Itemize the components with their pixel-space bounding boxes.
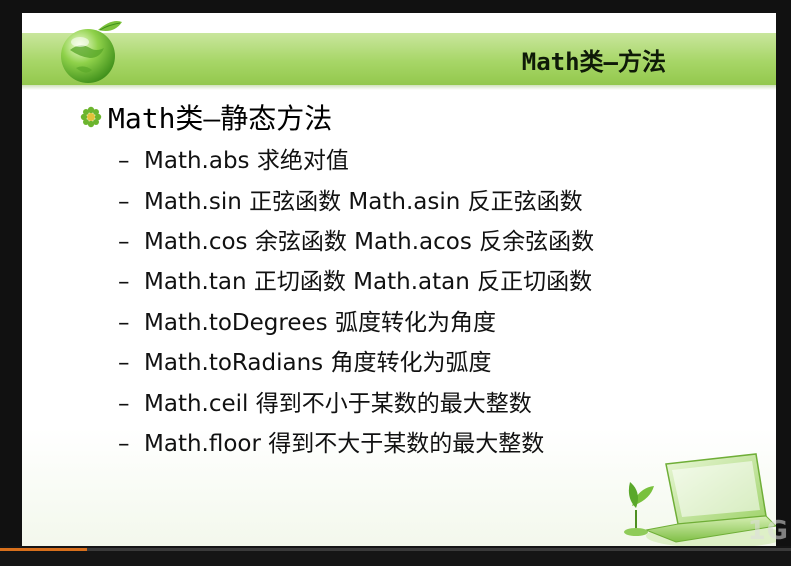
- list-item-text: Math.tan 正切函数 Math.atan 反正切函数: [144, 269, 593, 296]
- list-item: – Math.toDegrees 弧度转化为角度: [118, 303, 594, 343]
- list-item: – Math.abs 求绝对值: [118, 141, 594, 181]
- globe-leaf-icon: [61, 21, 122, 83]
- list-item-text: Math.sin 正弦函数 Math.asin 反正弦函数: [144, 188, 583, 215]
- video-frame: Math类—方法 Math类—静态方法 – Math.abs 求绝对值 – Ma…: [0, 0, 791, 566]
- dash-bullet: –: [118, 228, 130, 255]
- list-item-text: Math.toDegrees 弧度转化为角度: [144, 309, 496, 336]
- dash-bullet: –: [118, 430, 130, 457]
- title-band-shadow: [22, 85, 776, 90]
- method-list: – Math.abs 求绝对值 – Math.sin 正弦函数 Math.asin …: [118, 141, 594, 464]
- list-item: – Math.cos 余弦函数 Math.acos 反余弦函数: [118, 222, 594, 262]
- dash-bullet: –: [118, 350, 130, 377]
- dash-bullet: –: [118, 148, 130, 175]
- progress-fill: [0, 548, 87, 551]
- green-flower-bullet-icon: [80, 106, 102, 128]
- dash-bullet: –: [118, 269, 130, 296]
- list-item: – Math.ceil 得到不小于某数的最大整数: [118, 383, 594, 423]
- heading-row: Math类—静态方法: [80, 97, 332, 137]
- presentation-slide: Math类—方法 Math类—静态方法 – Math.abs 求绝对值 – Ma…: [22, 13, 776, 546]
- list-item-text: Math.floor 得到不大于某数的最大整数: [144, 430, 545, 457]
- list-item: – Math.tan 正切函数 Math.atan 反正切函数: [118, 262, 594, 302]
- list-item-text: Math.abs 求绝对值: [144, 148, 349, 175]
- list-item-text: Math.cos 余弦函数 Math.acos 反余弦函数: [144, 228, 595, 255]
- list-item: – Math.toRadians 角度转化为弧度: [118, 343, 594, 383]
- progress-bar[interactable]: [0, 548, 791, 551]
- dash-bullet: –: [118, 309, 130, 336]
- list-item-text: Math.toRadians 角度转化为弧度: [144, 350, 492, 377]
- list-item: – Math.sin 正弦函数 Math.asin 反正弦函数: [118, 181, 594, 221]
- slide-title: Math类—方法: [521, 48, 666, 76]
- section-heading: Math类—静态方法: [108, 102, 333, 135]
- dash-bullet: –: [118, 390, 130, 417]
- dash-bullet: –: [118, 188, 130, 215]
- list-item-text: Math.ceil 得到不小于某数的最大整数: [144, 390, 532, 417]
- watermark-logo: 1G: [747, 516, 789, 546]
- list-item: – Math.floor 得到不大于某数的最大整数: [118, 424, 594, 464]
